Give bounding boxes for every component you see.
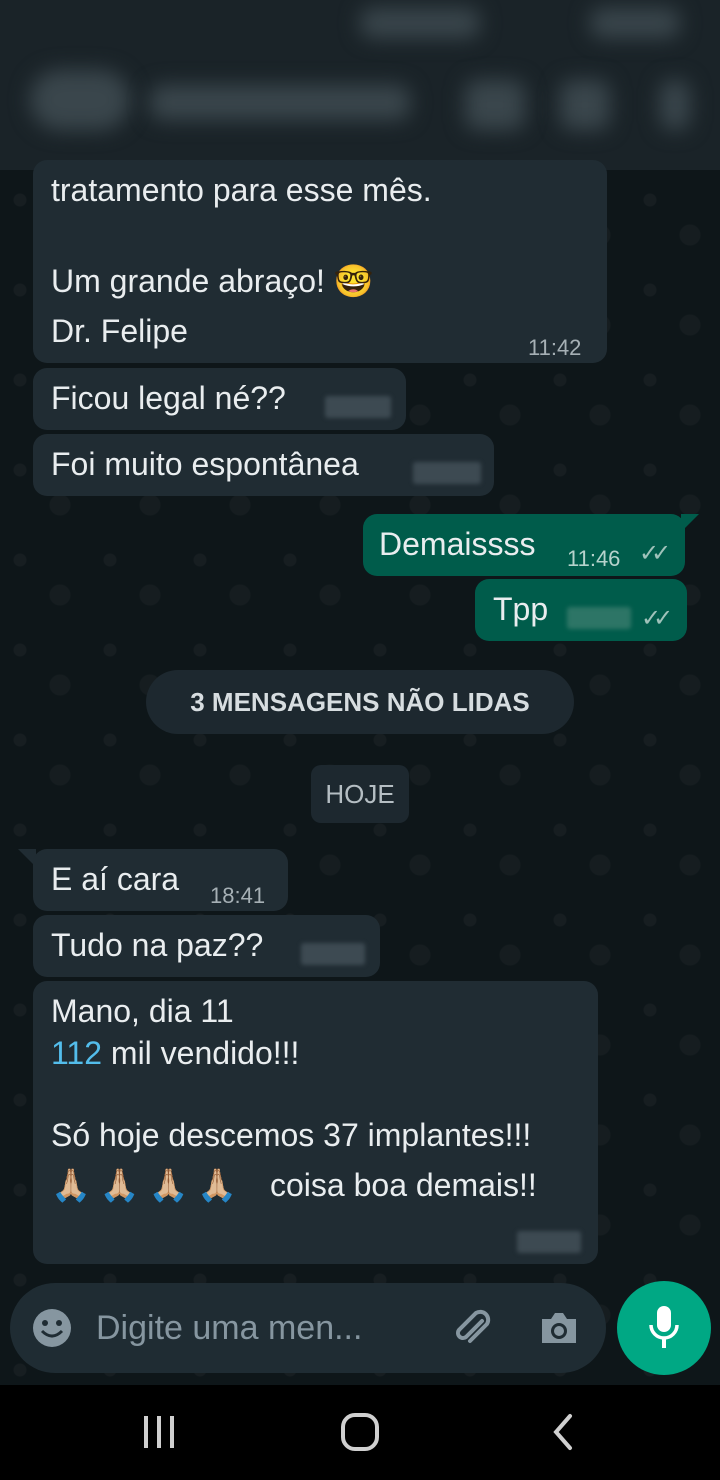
redacted-time	[567, 607, 631, 629]
message-text: Tudo na paz??	[51, 927, 264, 963]
message-bubble-incoming[interactable]: Ficou legal né??	[33, 368, 406, 430]
message-time: 18:41	[210, 883, 266, 908]
message-text: Um grande abraço! 🤓	[51, 263, 374, 299]
paperclip-icon[interactable]	[450, 1307, 494, 1356]
message-text: tratamento para esse mês.	[51, 172, 432, 208]
message-text: Tpp	[493, 591, 549, 627]
date-chip: HOJE	[311, 765, 409, 823]
camera-icon[interactable]	[538, 1309, 580, 1352]
redacted-time	[517, 1231, 581, 1253]
message-composer[interactable]: Digite uma men...	[10, 1283, 606, 1373]
recent-apps-icon[interactable]	[140, 1413, 178, 1456]
message-bubble-incoming[interactable]: Mano, dia 11 112 mil vendido!!! Só hoje …	[33, 981, 598, 1264]
message-text: Ficou legal né??	[51, 380, 286, 416]
back-icon[interactable]	[548, 1412, 578, 1457]
redacted-time	[325, 396, 391, 418]
number-link[interactable]: 112	[51, 1035, 102, 1071]
message-text: Só hoje descemos 37 implantes!!!	[51, 1117, 532, 1153]
message-input[interactable]: Digite uma men...	[96, 1308, 362, 1348]
message-text: Foi muito espontânea	[51, 446, 359, 482]
message-text: coisa boa demais!!	[270, 1167, 537, 1203]
message-text: Demaissss	[379, 526, 536, 562]
home-icon[interactable]	[340, 1412, 380, 1457]
message-bubble-outgoing[interactable]: Tpp ✓✓	[475, 579, 687, 641]
chat-header	[0, 0, 720, 170]
message-bubble-outgoing[interactable]: Demaissss 11:46 ✓✓	[363, 514, 685, 576]
message-text: Mano, dia 11	[51, 993, 234, 1029]
avatar	[30, 70, 130, 130]
message-bubble-incoming[interactable]: tratamento para esse mês. Um grande abra…	[33, 160, 607, 363]
redacted-time	[301, 943, 365, 965]
message-bubble-incoming[interactable]: E aí cara 18:41	[33, 849, 288, 911]
read-receipt-icon: ✓✓	[641, 605, 673, 632]
emoji-icon[interactable]	[32, 1308, 72, 1353]
system-navigation-bar	[0, 1385, 720, 1480]
message-text: Dr. Felipe	[51, 313, 188, 349]
message-time: 11:46	[567, 546, 621, 571]
message-bubble-incoming[interactable]: Foi muito espontânea	[33, 434, 494, 496]
message-bubble-incoming[interactable]: Tudo na paz??	[33, 915, 380, 977]
prayer-emoji-row: 🙏🏼 🙏🏼 🙏🏼 🙏🏼	[51, 1167, 238, 1203]
message-time: 11:42	[528, 335, 582, 360]
microphone-icon	[648, 1305, 680, 1356]
unread-messages-banner: 3 MENSAGENS NÃO LIDAS	[146, 670, 574, 734]
read-receipt-icon: ✓✓	[639, 540, 671, 567]
redacted-time	[413, 462, 481, 484]
bubble-tail	[681, 514, 699, 532]
message-text: 112 mil vendido!!!	[51, 1035, 300, 1071]
microphone-button[interactable]	[617, 1281, 711, 1375]
message-text: E aí cara	[51, 861, 180, 897]
